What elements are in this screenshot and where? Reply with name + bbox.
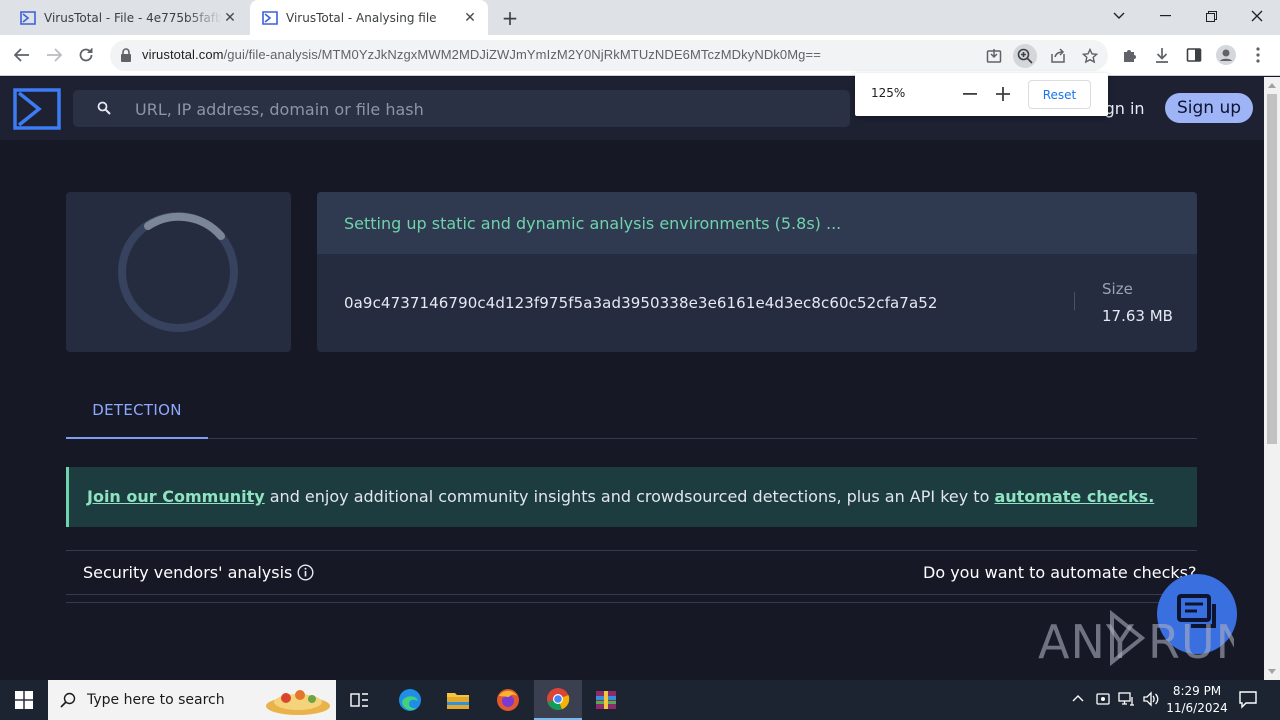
install-app-icon[interactable] <box>982 44 1006 68</box>
file-info-card: Setting up static and dynamic analysis e… <box>317 192 1197 352</box>
divider <box>66 594 1197 595</box>
new-tab-button[interactable]: + <box>498 6 522 30</box>
community-banner: Join our Community and enjoy additional … <box>66 467 1197 527</box>
restore-button[interactable] <box>1188 0 1234 32</box>
community-banner-text: Join our Community and enjoy additional … <box>87 487 1154 506</box>
taskbar-clock[interactable]: 8:29 PM 11/6/2024 <box>1160 683 1234 717</box>
automate-checks-question[interactable]: Do you want to automate checks? <box>923 563 1197 582</box>
browser-menu-icon[interactable] <box>1246 43 1270 67</box>
anyrun-run-text: RUN <box>1148 615 1234 669</box>
automate-checks-link[interactable]: automate checks. <box>994 487 1154 506</box>
edge-icon[interactable] <box>386 680 434 720</box>
loading-spinner-icon <box>118 212 238 332</box>
vt-search-bar[interactable] <box>73 90 850 127</box>
chrome-icon[interactable] <box>534 680 582 720</box>
search-icon <box>60 692 76 708</box>
clock-time: 8:29 PM <box>1172 684 1222 698</box>
taskbar-search-box[interactable]: Type here to search <box>48 680 336 720</box>
page-scrollbar[interactable] <box>1264 77 1280 680</box>
clock-date: 11/6/2024 <box>1166 701 1228 715</box>
url-path: /gui/file-analysis/MTM0YzJkNzgxMWM2MDJiZ… <box>223 47 821 62</box>
tab-title: VirusTotal - Analysing file <box>286 10 437 25</box>
zoom-icon[interactable] <box>1013 44 1037 68</box>
volume-icon[interactable] <box>1142 691 1160 711</box>
banner-middle-text: and enjoy additional community insights … <box>264 487 995 506</box>
extensions-puzzle-icon[interactable] <box>1118 43 1142 67</box>
anyrun-watermark: ANY RUN <box>1038 608 1250 681</box>
windows-logo-icon <box>15 691 33 709</box>
show-hidden-icons-icon[interactable] <box>1072 691 1084 706</box>
search-highlight-image <box>266 690 330 715</box>
zoom-popup: 125% Reset <box>855 73 1108 116</box>
virustotal-logo-icon[interactable] <box>13 88 61 130</box>
bookmark-star-icon[interactable] <box>1078 44 1102 68</box>
downloads-icon[interactable] <box>1150 43 1174 67</box>
zoom-level: 125% <box>871 86 906 100</box>
analysis-status-text: Setting up static and dynamic analysis e… <box>344 214 842 233</box>
close-window-button[interactable] <box>1234 0 1280 32</box>
meet-now-icon[interactable] <box>1095 691 1111 711</box>
browser-toolbar: virustotal.com/gui/file-analysis/MTM0YzJ… <box>0 35 1280 76</box>
firefox-icon[interactable] <box>484 680 532 720</box>
address-bar[interactable]: virustotal.com/gui/file-analysis/MTM0YzJ… <box>110 40 1108 71</box>
file-hash[interactable]: 0a9c4737146790c4d123f975f5a3ad3950338e3e… <box>344 294 938 312</box>
network-icon[interactable] <box>1118 691 1136 711</box>
divider <box>1074 292 1075 310</box>
size-value: 17.63 MB <box>1102 307 1173 325</box>
tab-detection[interactable]: DETECTION <box>66 392 208 439</box>
reload-button[interactable] <box>72 41 100 69</box>
vt-search-input[interactable] <box>135 96 835 122</box>
back-button[interactable] <box>8 41 36 69</box>
scroll-down-arrow-icon[interactable] <box>1268 669 1276 674</box>
search-icon <box>97 101 111 115</box>
share-icon[interactable] <box>1046 44 1070 68</box>
windows-taskbar: Type here to search 8:29 PM 11/6/2024 <box>0 680 1280 720</box>
tab-search-icon[interactable] <box>1096 0 1142 32</box>
browser-tab-2[interactable]: VirusTotal - Analysing file ✕ <box>250 0 488 35</box>
virustotal-favicon-icon <box>262 10 278 25</box>
taskbar-search-placeholder: Type here to search <box>87 692 225 708</box>
virustotal-favicon-icon <box>20 10 36 25</box>
url-text[interactable]: virustotal.com/gui/file-analysis/MTM0YzJ… <box>142 47 821 62</box>
vt-main-content: Setting up static and dynamic analysis e… <box>0 140 1264 680</box>
tab-title: VirusTotal - File - 4e775b5fafb4e <box>44 10 222 25</box>
close-tab-icon[interactable]: ✕ <box>462 10 478 26</box>
analysis-status-bar: Setting up static and dynamic analysis e… <box>317 192 1197 254</box>
scroll-up-arrow-icon[interactable] <box>1268 83 1276 88</box>
side-panel-icon[interactable] <box>1182 43 1206 67</box>
winrar-icon[interactable] <box>582 680 630 720</box>
minimize-button[interactable] <box>1142 0 1188 32</box>
task-view-icon[interactable] <box>336 680 384 720</box>
scrollbar-thumb[interactable] <box>1267 94 1277 444</box>
lock-icon <box>121 48 131 62</box>
divider <box>66 602 1197 603</box>
zoom-reset-button[interactable]: Reset <box>1028 80 1091 109</box>
tabs-underline <box>66 438 1197 439</box>
join-community-link[interactable]: Join our Community <box>87 487 265 506</box>
start-button[interactable] <box>0 680 48 720</box>
sign-up-button[interactable]: Sign up <box>1165 93 1254 123</box>
forward-button[interactable] <box>40 41 68 69</box>
anyrun-watermark-logo: ANY RUN <box>1038 609 1250 669</box>
divider <box>66 550 1197 551</box>
browser-tab-strip: VirusTotal - File - 4e775b5fafb4e ✕ Viru… <box>0 0 1280 35</box>
info-icon[interactable] <box>297 564 314 581</box>
zoom-in-button[interactable] <box>990 81 1016 107</box>
security-vendors-title: Security vendors' analysis <box>83 563 293 582</box>
notifications-icon[interactable] <box>1238 689 1258 713</box>
size-label: Size <box>1102 280 1133 298</box>
zoom-out-button[interactable] <box>957 81 983 107</box>
url-host: virustotal.com <box>142 47 224 62</box>
close-tab-icon[interactable]: ✕ <box>222 10 238 26</box>
profile-avatar-icon[interactable] <box>1214 43 1238 67</box>
file-explorer-icon[interactable] <box>434 680 482 720</box>
analysis-progress-card <box>66 192 291 352</box>
browser-tab-1[interactable]: VirusTotal - File - 4e775b5fafb4e ✕ <box>8 0 248 35</box>
